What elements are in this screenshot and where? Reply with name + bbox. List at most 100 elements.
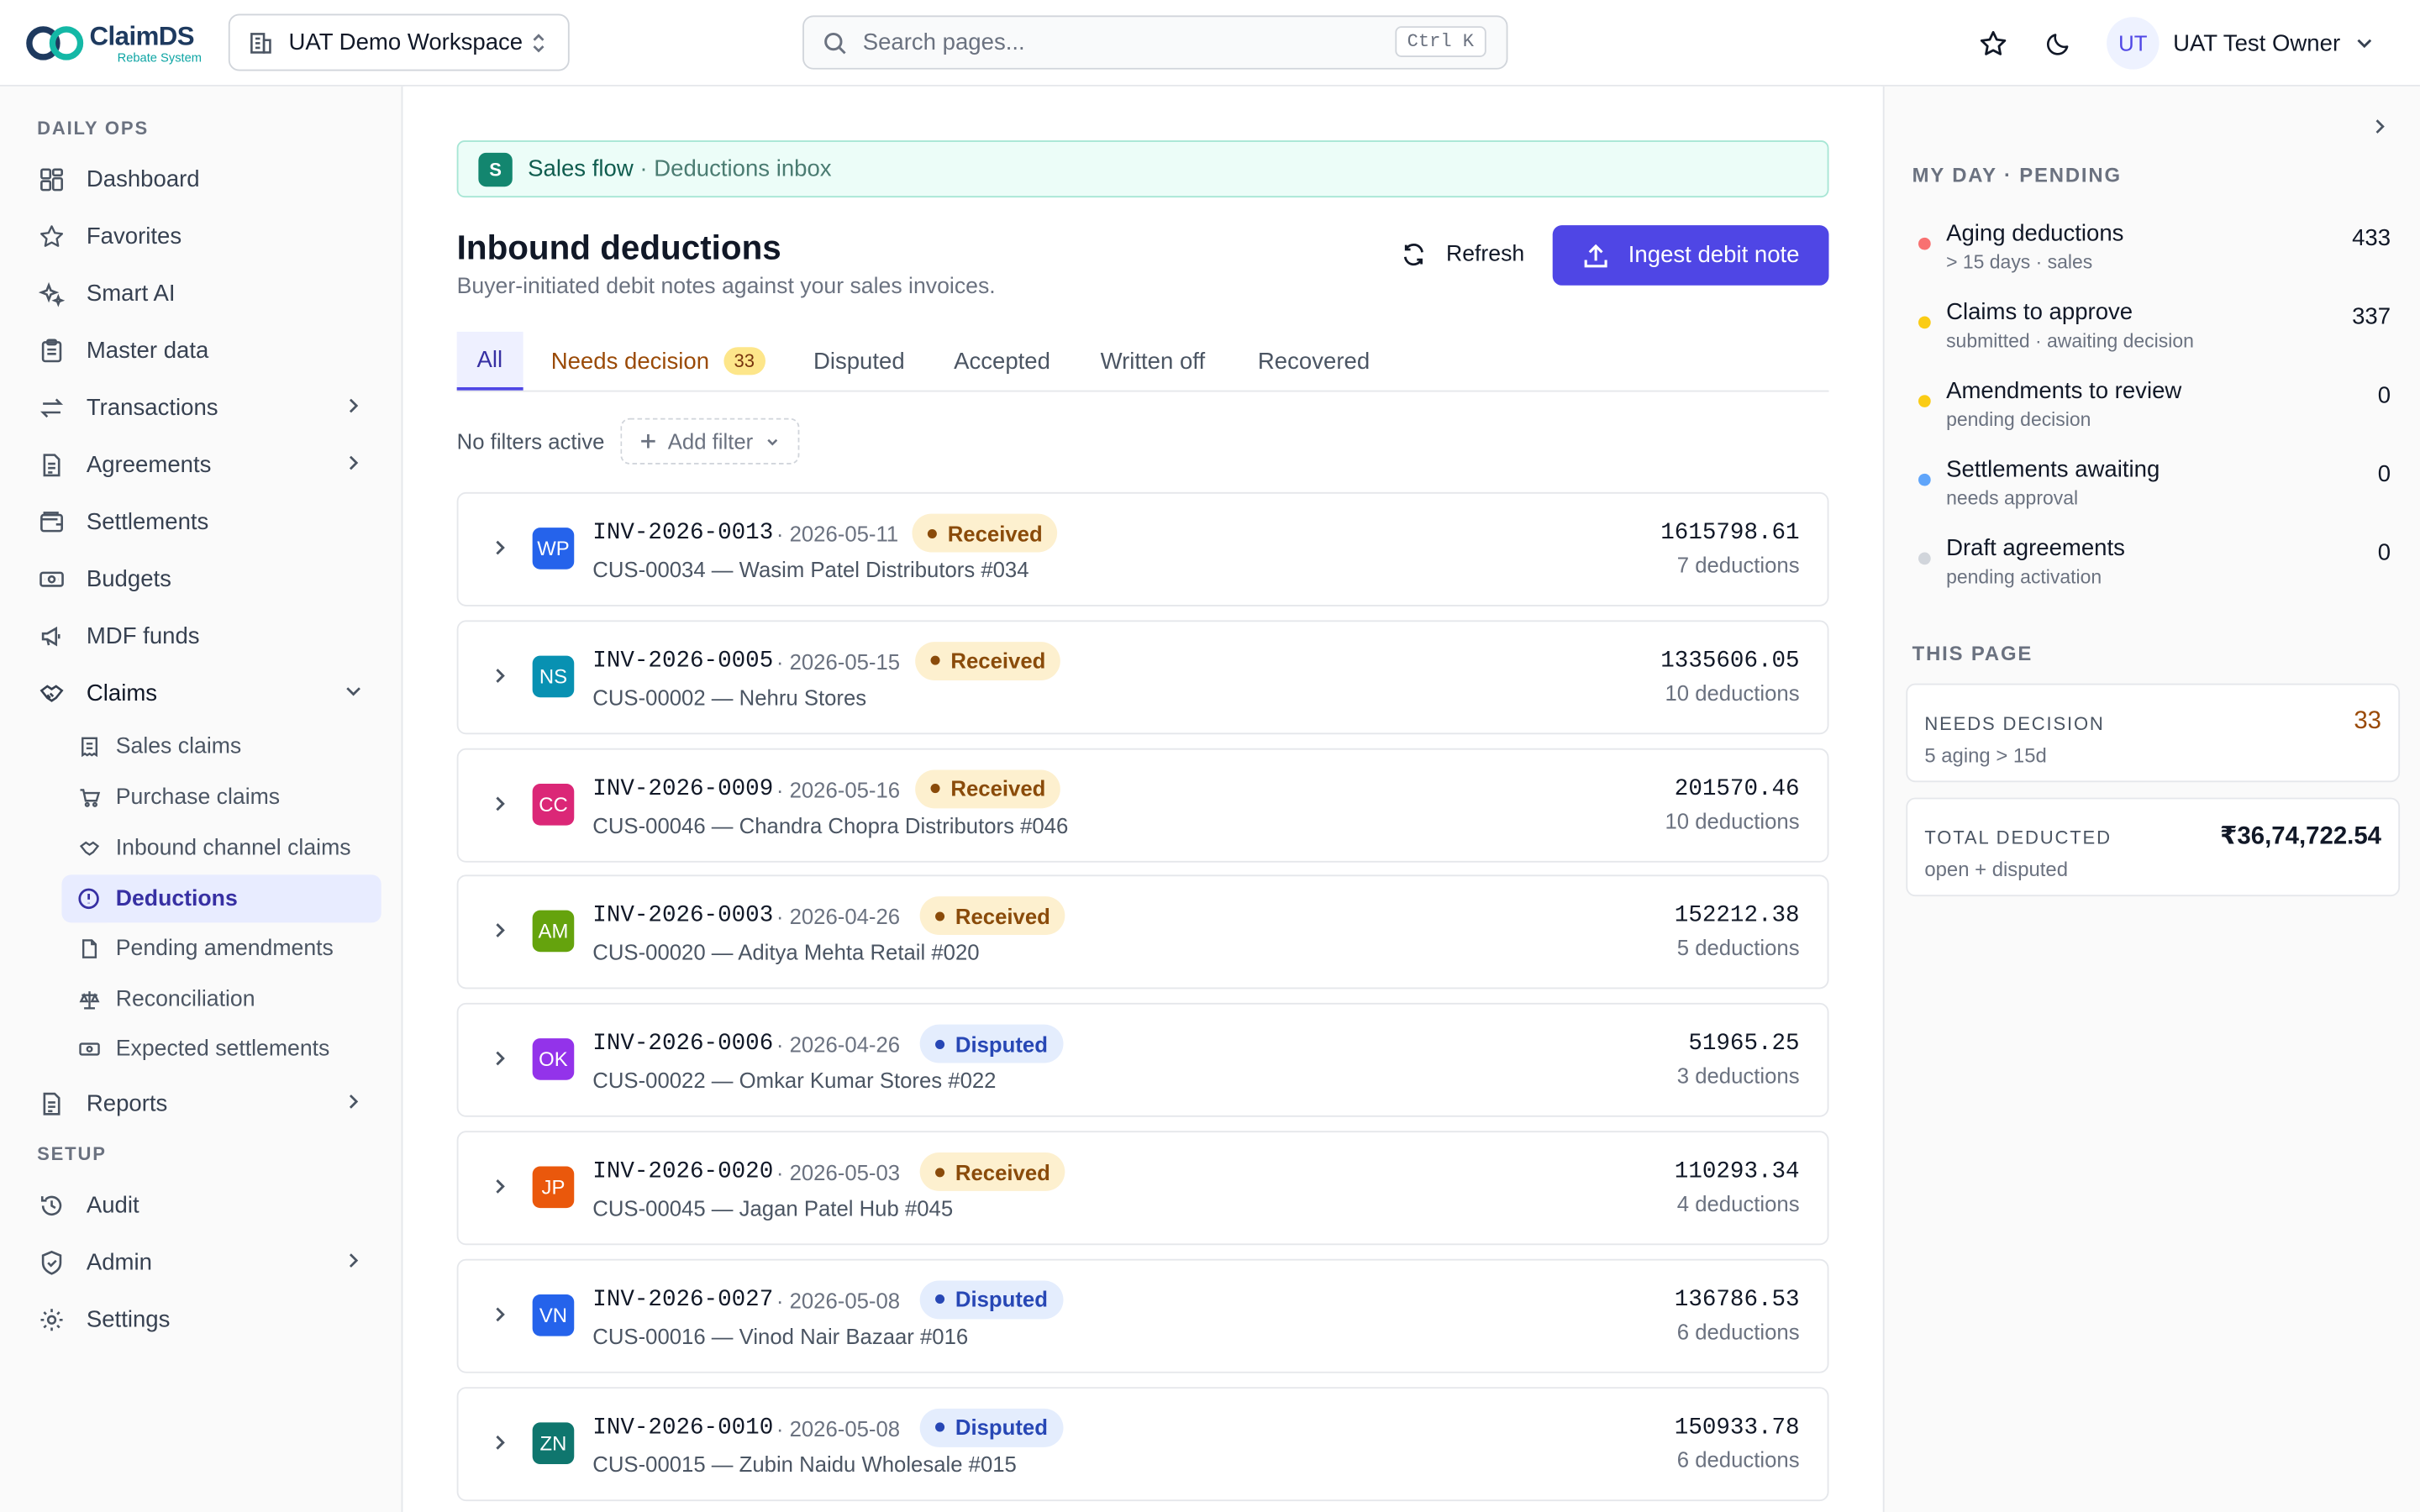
status-dot [930,656,940,666]
sidebar-subitem-expected-settlements[interactable]: Expected settlements [61,1025,381,1073]
customer-name: CUS-00016 — Vinod Nair Bazaar #016 [592,1323,969,1348]
sparkles-icon [37,279,65,307]
deduction-row[interactable]: NS INV-2026-0005 · 2026-05-15 Received CUS-0… [456,619,1829,734]
chevron-right-icon [349,455,359,470]
handshake-icon [37,679,65,706]
sidebar-subitem-deductions[interactable]: Deductions [61,874,381,923]
sidebar-item-budgets[interactable]: Budgets [24,553,379,605]
tab-disputed[interactable]: Disputed [813,332,905,391]
invoice-number[interactable]: INV-2026-0005 [592,648,773,674]
sidebar-item-settings[interactable]: Settings [24,1293,379,1345]
deduction-row[interactable]: VN INV-2026-0027 · 2026-05-08 Disputed CUS-0… [456,1258,1829,1373]
tab-accepted[interactable]: Accepted [954,332,1050,391]
sidebar-subitem-pending-amendments[interactable]: Pending amendments [61,924,381,972]
flow-name[interactable]: Sales flow [528,156,634,182]
sidebar-subitem-reconciliation[interactable]: Reconciliation [61,975,381,1023]
sidebar-item-master-data[interactable]: Master data [24,324,379,376]
deduction-row[interactable]: OK INV-2026-0006 · 2026-04-26 Disputed CUS-0… [456,1003,1829,1118]
invoice-number[interactable]: INV-2026-0020 [592,1158,773,1184]
search-icon [824,32,846,54]
tab-all[interactable]: All [456,331,523,391]
deduction-row[interactable]: CC INV-2026-0009 · 2026-05-16 Received CUS-0… [456,748,1829,862]
sidebar-item-dashboard[interactable]: Dashboard [24,153,379,205]
invoice-number[interactable]: INV-2026-0013 [592,520,773,546]
user-name: UAT Test Owner [2173,29,2341,57]
chevron-right-icon[interactable] [489,1431,511,1453]
chevron-right-icon[interactable] [489,664,511,686]
add-filter-button[interactable]: Add filter [619,417,800,465]
pending-item[interactable]: Amendments to review pending decision 0 [1912,378,2391,439]
deduction-count: 10 deductions [1665,807,1800,833]
tab-recovered[interactable]: Recovered [1258,332,1370,391]
sidebar-item-smart-ai[interactable]: Smart AI [24,267,379,319]
search-input[interactable]: Search pages... Ctrl K [802,15,1508,70]
amount: 152212.38 [1674,903,1800,930]
invoice-number[interactable]: INV-2026-0006 [592,1031,773,1057]
status-badge: Received [919,896,1066,936]
deduction-row[interactable]: AM INV-2026-0003 · 2026-04-26 Received CUS-0… [456,875,1829,990]
theme-toggle-moon-icon[interactable] [2042,26,2075,60]
app-window: ClaimDS Rebate System UAT Demo Workspace… [0,0,2420,1512]
invoice-number[interactable]: INV-2026-0010 [592,1415,773,1441]
sidebar-item-mdf-funds[interactable]: MDF funds [24,609,379,661]
status-badge: Received [915,769,1061,808]
customer-avatar: CC [532,783,575,825]
deduction-row[interactable]: JP INV-2026-0020 · 2026-05-03 Received CUS-0… [456,1131,1829,1246]
invoice-number[interactable]: INV-2026-0009 [592,775,773,801]
sidebar-item-label: Claims [86,680,158,706]
status-dot [1918,316,1931,329]
document-icon [37,450,65,478]
tab-needs-decision[interactable]: Needs decision 33 [551,332,765,391]
refresh-label: Refresh [1445,242,1525,267]
star-icon[interactable] [1975,26,2009,60]
chevron-right-icon[interactable] [489,1176,511,1198]
status-badge: Received [919,1152,1066,1191]
pending-sub: > 15 days · sales [1946,251,2093,274]
pending-item[interactable]: Aging deductions > 15 days · sales 433 [1912,221,2391,282]
chevron-right-icon[interactable] [489,1047,511,1069]
ingest-debit-note-button[interactable]: Ingest debit note [1552,225,1829,286]
pending-item[interactable]: Settlements awaiting needs approval 0 [1912,457,2391,518]
refresh-button[interactable]: Refresh [1392,225,1534,284]
sidebar-subitem-inbound-channel-claims[interactable]: Inbound channel claims [61,824,381,872]
sidebar-item-audit[interactable]: Audit [24,1179,379,1231]
needs-decision-card[interactable]: NEEDS DECISION 5 aging > 15d 33 [1906,683,2401,783]
sidebar-item-agreements[interactable]: Agreements [24,438,379,491]
pending-count: 337 [2352,303,2391,331]
chevron-right-icon[interactable] [489,792,511,814]
pending-item[interactable]: Draft agreements pending activation 0 [1912,535,2391,596]
chevron-right-icon[interactable] [489,537,511,559]
invoice-number[interactable]: INV-2026-0027 [592,1286,773,1312]
user-menu[interactable]: UT UAT Test Owner [2107,15,2375,71]
building-icon [250,32,271,53]
workspace-switcher[interactable]: UAT Demo Workspace [228,13,570,71]
sidebar-item-label: Master data [86,337,209,364]
status-label: Received [950,648,1046,674]
tab-written-off[interactable]: Written off [1101,332,1206,391]
invoice-number[interactable]: INV-2026-0003 [592,903,773,929]
my-day-title: MY DAY · PENDING [1912,163,2122,187]
deduction-row[interactable]: WP INV-2026-0013 · 2026-05-11 Received CUS-0… [456,491,1829,606]
chevron-right-icon[interactable] [489,1304,511,1326]
deduction-row[interactable]: ZN INV-2026-0010 · 2026-05-08 Disputed CUS-0… [456,1386,1829,1501]
invoice-date: · 2026-04-26 [776,905,901,930]
pending-item[interactable]: Claims to approve submitted · awaiting de… [1912,299,2391,360]
logo[interactable]: ClaimDS Rebate System [24,18,202,68]
sidebar-subitem-purchase-claims[interactable]: Purchase claims [61,773,381,821]
sidebar-item-claims[interactable]: Claims [24,666,379,718]
banknote-icon [77,1037,101,1060]
status-label: Received [955,904,1050,929]
sidebar-item-admin[interactable]: Admin [24,1236,379,1288]
sidebar-subitem-sales-claims[interactable]: Sales claims [61,722,381,770]
status-badge: Disputed [919,1024,1064,1063]
sidebar-item-settlements[interactable]: Settlements [24,496,379,548]
sidebar-item-favorites[interactable]: Favorites [24,210,379,262]
filter-bar: No filters active Add filter [457,417,800,465]
chevron-right-icon[interactable] [2369,116,2391,138]
sidebar-item-reports[interactable]: Reports [24,1077,379,1129]
status-dot [935,1422,945,1432]
chevron-right-icon[interactable] [489,920,511,942]
sidebar-item-transactions[interactable]: Transactions [24,381,379,433]
sidebar-item-label: Audit [86,1191,139,1219]
sidebar-item-label: MDF funds [86,622,200,649]
